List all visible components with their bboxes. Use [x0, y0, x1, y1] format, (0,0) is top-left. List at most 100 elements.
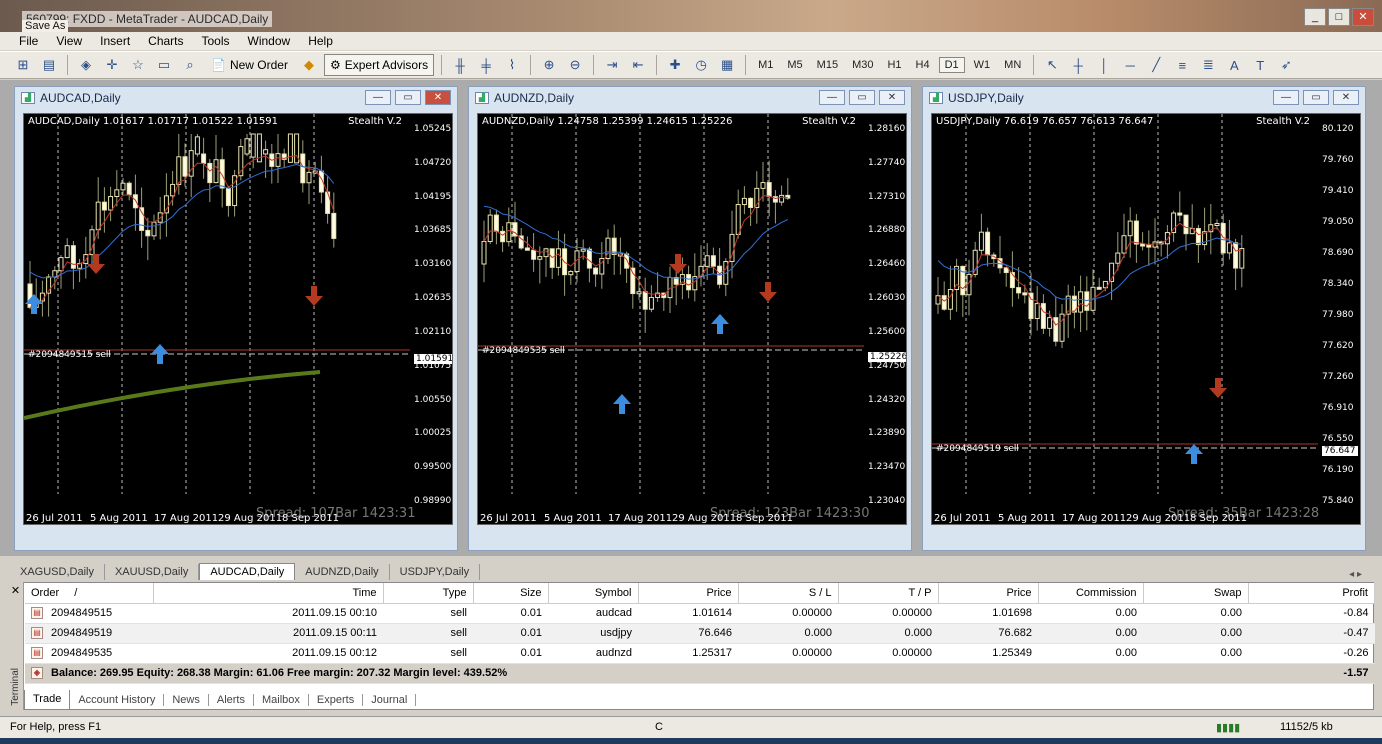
chart-minimize-button[interactable]: — [1273, 90, 1299, 105]
profiles-icon[interactable]: ▤ [38, 54, 60, 76]
cell-size: 0.01 [473, 643, 548, 664]
minimize-button[interactable]: _ [1304, 8, 1326, 26]
zoom-out-icon[interactable]: ⊖ [564, 54, 586, 76]
chart-plot[interactable]: USDJPY,Daily 76.619 76.657 76.613 76.647… [931, 113, 1361, 525]
trendline-icon[interactable]: ╱ [1145, 54, 1167, 76]
col-tp[interactable]: T / P [838, 583, 939, 604]
order-row[interactable]: ▤ 2094849519 2011.09.15 00:11 sell 0.01 usdjp… [25, 623, 1375, 644]
menu-insert[interactable]: Insert [91, 34, 139, 48]
horizontal-line-icon[interactable]: ─ [1119, 54, 1141, 76]
chart-window-usdjpy[interactable]: ▟ USDJPY,Daily — ▭ ✕ USDJPY,Daily 76.619 76… [922, 86, 1366, 551]
tab-xauusd[interactable]: XAUUSD,Daily [105, 564, 200, 580]
tf-h1[interactable]: H1 [882, 58, 906, 72]
navigator-icon[interactable]: ☆ [127, 54, 149, 76]
chart-restore-button[interactable]: ▭ [1303, 90, 1329, 105]
chart-plot[interactable]: AUDNZD,Daily 1.24758 1.25399 1.24615 1.2… [477, 113, 907, 525]
candle-body [500, 230, 506, 243]
tf-w1[interactable]: W1 [969, 58, 996, 72]
close-terminal-icon[interactable]: ✕ [8, 584, 23, 597]
price-tick: 1.05245 [414, 124, 452, 134]
zoom-in-icon[interactable]: ⊕ [538, 54, 560, 76]
price-chart[interactable] [24, 114, 410, 510]
tf-h4[interactable]: H4 [911, 58, 935, 72]
chart-close-button[interactable]: ✕ [879, 90, 905, 105]
tab-experts[interactable]: Experts [309, 694, 364, 706]
warning-icon[interactable]: ◆ [298, 54, 320, 76]
col-profit[interactable]: Profit [1248, 583, 1375, 604]
candle-body [524, 247, 530, 251]
cursor-icon[interactable]: ↖ [1041, 54, 1063, 76]
period-icon[interactable]: ◷ [690, 54, 712, 76]
menu-help[interactable]: Help [299, 34, 342, 48]
tf-m30[interactable]: M30 [847, 58, 878, 72]
col-swap[interactable]: Swap [1143, 583, 1249, 604]
chart-window-audcad[interactable]: ▟ AUDCAD,Daily — ▭ ✕ AUDCAD,Daily 1.01617 1… [14, 86, 458, 551]
vertical-line-icon[interactable]: │ [1093, 54, 1115, 76]
col-sl[interactable]: S / L [738, 583, 839, 604]
close-button[interactable]: ✕ [1352, 8, 1374, 26]
line-chart-icon[interactable]: ⌇ [501, 54, 523, 76]
menu-file[interactable]: File [10, 34, 47, 48]
tf-m15[interactable]: M15 [812, 58, 843, 72]
chart-close-button[interactable]: ✕ [1333, 90, 1359, 105]
templates-icon[interactable]: ▦ [716, 54, 738, 76]
arrows-icon[interactable]: ➶ [1275, 54, 1297, 76]
chart-window-audnzd[interactable]: ▟ AUDNZD,Daily — ▭ ✕ AUDNZD,Daily 1.24758 1… [468, 86, 912, 551]
col-time[interactable]: Time [153, 583, 384, 604]
tab-trade[interactable]: Trade [24, 690, 71, 710]
indicators-icon[interactable]: ✚ [664, 54, 686, 76]
market-watch-icon[interactable]: ◈ [75, 54, 97, 76]
terminal-icon[interactable]: ▭ [153, 54, 175, 76]
new-chart-icon[interactable]: ⊞ [12, 54, 34, 76]
candlestick-icon[interactable]: ╪ [475, 54, 497, 76]
col-type[interactable]: Type [383, 583, 474, 604]
tf-mn[interactable]: MN [999, 58, 1026, 72]
fibonacci-icon[interactable]: ≣ [1197, 54, 1219, 76]
col-commission[interactable]: Commission [1038, 583, 1144, 604]
menu-tools[interactable]: Tools [193, 34, 239, 48]
text-icon[interactable]: A [1223, 54, 1245, 76]
chart-restore-button[interactable]: ▭ [849, 90, 875, 105]
tab-audcad[interactable]: AUDCAD,Daily [199, 563, 296, 580]
tab-xagusd[interactable]: XAGUSD,Daily [10, 564, 105, 580]
col-order[interactable]: Order / [25, 583, 154, 604]
chart-minimize-button[interactable]: — [365, 90, 391, 105]
expert-advisors-button[interactable]: ⚙ Expert Advisors [323, 54, 435, 76]
autoscroll-icon[interactable]: ⇥ [601, 54, 623, 76]
col-size[interactable]: Size [473, 583, 549, 604]
tab-scroll-icon[interactable]: ◂ ▸ [1349, 569, 1362, 580]
tab-journal[interactable]: Journal [363, 694, 417, 706]
order-row[interactable]: ▤ 2094849515 2011.09.15 00:10 sell 0.01 audca… [25, 603, 1375, 624]
menu-view[interactable]: View [47, 34, 91, 48]
tester-icon[interactable]: ⌕ [179, 54, 201, 76]
chart-close-button[interactable]: ✕ [425, 90, 451, 105]
menu-window[interactable]: Window [239, 34, 300, 48]
col-symbol[interactable]: Symbol [548, 583, 639, 604]
chart-shift-icon[interactable]: ⇤ [627, 54, 649, 76]
channel-icon[interactable]: ≡ [1171, 54, 1193, 76]
crosshair-icon[interactable]: ┼ [1067, 54, 1089, 76]
order-row[interactable]: ▤ 2094849535 2011.09.15 00:12 sell 0.01 audnz… [25, 643, 1375, 664]
chart-plot[interactable]: AUDCAD,Daily 1.01617 1.01717 1.01522 1.0… [23, 113, 453, 525]
tab-mailbox[interactable]: Mailbox [254, 694, 309, 706]
col-current-price[interactable]: Price [938, 583, 1039, 604]
price-chart[interactable] [478, 114, 864, 510]
label-icon[interactable]: T [1249, 54, 1271, 76]
tf-m5[interactable]: M5 [782, 58, 807, 72]
maximize-button[interactable]: □ [1328, 8, 1350, 26]
new-order-button[interactable]: 📄 New Order [205, 54, 294, 76]
tab-audnzd[interactable]: AUDNZD,Daily [295, 564, 390, 580]
tf-m1[interactable]: M1 [753, 58, 778, 72]
chart-restore-button[interactable]: ▭ [395, 90, 421, 105]
tab-usdjpy[interactable]: USDJPY,Daily [390, 564, 481, 580]
data-window-icon[interactable]: ✛ [101, 54, 123, 76]
col-price[interactable]: Price [638, 583, 739, 604]
chart-minimize-button[interactable]: — [819, 90, 845, 105]
menu-charts[interactable]: Charts [139, 34, 192, 48]
tab-alerts[interactable]: Alerts [209, 694, 254, 706]
price-tick: 78.690 [1322, 248, 1354, 258]
tab-account-history[interactable]: Account History [70, 694, 165, 706]
tf-d1[interactable]: D1 [938, 57, 965, 73]
tab-news[interactable]: News [164, 694, 209, 706]
bar-chart-icon[interactable]: ╫ [449, 54, 471, 76]
